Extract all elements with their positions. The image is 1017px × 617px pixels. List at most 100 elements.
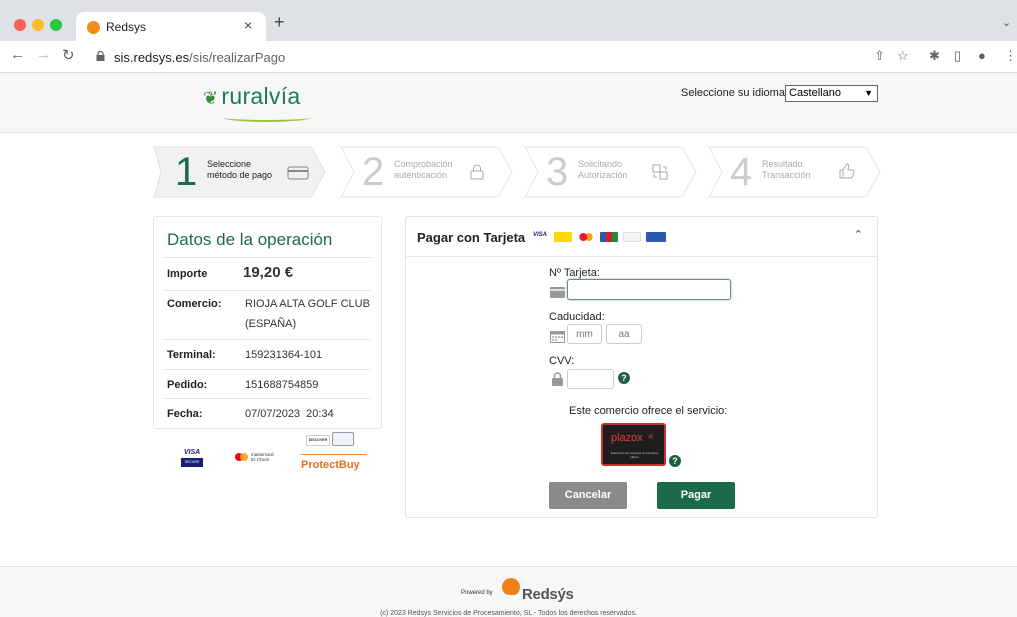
pay-button[interactable]: Pagar xyxy=(657,482,735,509)
diners-card-icon xyxy=(646,232,666,242)
address-bar[interactable]: sis.redsys.es/sis/realizarPago xyxy=(86,45,856,69)
step-label: Solicitando Autorización xyxy=(578,159,628,180)
fecha-row: Fecha: 07/07/2023 20:34 xyxy=(163,399,371,428)
plazox-help-icon[interactable]: ? xyxy=(669,455,681,467)
visa-secure-logo: VISA SECURE xyxy=(181,449,203,467)
close-window-button[interactable] xyxy=(14,19,26,31)
comercio-value: RIOJA ALTA GOLF CLUB (ESPAÑA) xyxy=(245,298,370,330)
fecha-value: 07/07/2023 20:34 xyxy=(245,408,334,420)
extensions-icon[interactable]: ✱ xyxy=(929,48,940,64)
browser-toolbar: ← → ↻ sis.redsys.es/sis/realizarPago ⇧ ☆… xyxy=(0,41,1017,73)
step-label: Comprobación autenticación xyxy=(394,159,453,180)
divider xyxy=(163,257,371,258)
logo-text: ruralvía xyxy=(221,83,301,109)
terminal-value: 159231364-101 xyxy=(245,349,323,361)
tab-title: Redsys xyxy=(106,20,147,34)
reload-icon[interactable]: ↻ xyxy=(62,46,75,64)
powered-by-label: Powered by xyxy=(461,590,493,596)
terminal-label: Terminal: xyxy=(167,349,216,361)
cvv-label: CVV: xyxy=(549,355,575,367)
step-2: 2 Comprobación autenticación xyxy=(340,146,515,198)
leaf-icon: ❦ xyxy=(203,88,219,108)
importe-row: Importe 19,20 € xyxy=(163,259,371,291)
site-footer: Powered by Redsýs (c) 2023 Redsys Servic… xyxy=(0,566,1017,617)
comercio-label: Comercio: xyxy=(167,298,222,310)
language-label: Seleccione su idioma xyxy=(681,87,785,99)
chevron-down-icon: ▼ xyxy=(864,88,873,98)
operation-panel: Datos de la operación Importe 19,20 € Co… xyxy=(153,216,382,429)
mastercard-circles-icon xyxy=(577,232,595,242)
ruralvia-logo: ❦ ruralvía xyxy=(203,83,300,110)
pedido-label: Pedido: xyxy=(167,379,208,391)
visa-card-icon: VISA xyxy=(533,232,549,242)
redsys-favicon-icon xyxy=(87,21,100,34)
transfer-icon xyxy=(652,164,668,180)
bookmark-star-icon[interactable]: ☆ xyxy=(897,48,909,64)
profile-avatar-icon[interactable]: ● xyxy=(978,48,986,63)
expiry-year-input[interactable] xyxy=(606,324,642,344)
discover-shield-icon xyxy=(332,432,354,446)
minimize-window-button[interactable] xyxy=(32,19,44,31)
redsys-logo: Redsýs xyxy=(502,578,574,604)
importe-label: Importe xyxy=(167,268,208,280)
browser-tab-strip: Redsys × + ⌄ xyxy=(0,0,1017,41)
step-number: 4 xyxy=(730,150,753,194)
forward-arrow-icon[interactable]: → xyxy=(36,46,51,63)
expiry-label: Caducidad: xyxy=(549,311,605,323)
site-header: ❦ ruralvía Seleccione su idioma Castellan… xyxy=(0,73,1017,133)
security-brands: VISA SECURE mastercard ID Check DISCOVER… xyxy=(153,432,382,477)
plazox-logo[interactable]: plazox « Fracciona tus compras en cómodo… xyxy=(601,423,666,466)
service-text: Este comercio ofrece el servicio: xyxy=(569,405,728,417)
new-tab-button[interactable]: + xyxy=(274,12,285,33)
card-icon xyxy=(550,287,565,298)
language-value: Castellano xyxy=(789,87,841,99)
language-select[interactable]: Castellano ▼ xyxy=(785,85,878,102)
step-label: Seleccione método de pago xyxy=(207,159,273,180)
payment-panel: Pagar con Tarjeta VISA ⌃ Nº Tarjeta: Cad… xyxy=(405,216,878,518)
calendar-icon xyxy=(550,331,565,343)
copyright-text: (c) 2023 Redsys Servicios de Procesamien… xyxy=(380,610,637,617)
step-3: 3 Solicitando Autorización xyxy=(524,146,699,198)
step-label: Resultado Transacción xyxy=(762,159,811,180)
terminal-row: Terminal: 159231364-101 xyxy=(163,340,371,370)
progress-steps: 1 Seleccione método de pago 2 Comprobació… xyxy=(153,146,883,198)
card-number-input[interactable] xyxy=(567,279,731,300)
share-icon[interactable]: ⇧ xyxy=(874,48,885,64)
cvv-help-icon[interactable]: ? xyxy=(618,372,630,384)
chevrons-left-icon: « xyxy=(648,431,654,442)
discover-protectbuy-logo: DISCOVER ProtectBuy xyxy=(301,432,367,474)
expiry-month-input[interactable] xyxy=(567,324,602,344)
logo-swoosh xyxy=(223,113,311,122)
operation-title: Datos de la operación xyxy=(167,230,333,249)
step-number: 1 xyxy=(175,150,198,194)
tab-close-icon[interactable]: × xyxy=(244,17,252,33)
accepted-cards: VISA xyxy=(533,232,671,250)
card-icon xyxy=(287,166,309,180)
lock-icon xyxy=(96,51,105,61)
browser-tab[interactable]: Redsys × xyxy=(76,12,266,41)
thumbs-up-icon xyxy=(839,163,855,179)
pedido-row: Pedido: 151688754859 xyxy=(163,370,371,399)
mastercard-icon xyxy=(554,232,572,242)
pedido-value: 151688754859 xyxy=(245,379,319,391)
cancel-button[interactable]: Cancelar xyxy=(549,482,627,509)
mastercard-id-check-logo: mastercard ID Check xyxy=(235,452,290,464)
step-number: 2 xyxy=(362,150,385,194)
importe-value: 19,20 € xyxy=(243,264,294,281)
menu-kebab-icon[interactable]: ⋮ xyxy=(1004,48,1017,64)
payment-title: Pagar con Tarjeta xyxy=(417,230,526,245)
card-number-label: Nº Tarjeta: xyxy=(549,267,600,279)
back-arrow-icon[interactable]: ← xyxy=(10,46,25,63)
cvv-input[interactable] xyxy=(567,369,614,389)
step-number: 3 xyxy=(546,150,569,194)
zoom-window-button[interactable] xyxy=(50,19,62,31)
chevron-down-icon[interactable]: ⌄ xyxy=(1002,16,1011,29)
payment-panel-header[interactable]: Pagar con Tarjeta VISA ⌃ xyxy=(406,217,877,257)
step-4: 4 Resultado Transacción xyxy=(708,146,883,198)
redsys-sun-arc xyxy=(504,589,523,598)
chevron-up-icon[interactable]: ⌃ xyxy=(854,228,863,241)
lock-icon xyxy=(552,372,563,386)
fecha-label: Fecha: xyxy=(167,408,203,420)
side-panel-icon[interactable]: ▯ xyxy=(954,48,961,64)
discover-card-icon xyxy=(623,232,641,242)
